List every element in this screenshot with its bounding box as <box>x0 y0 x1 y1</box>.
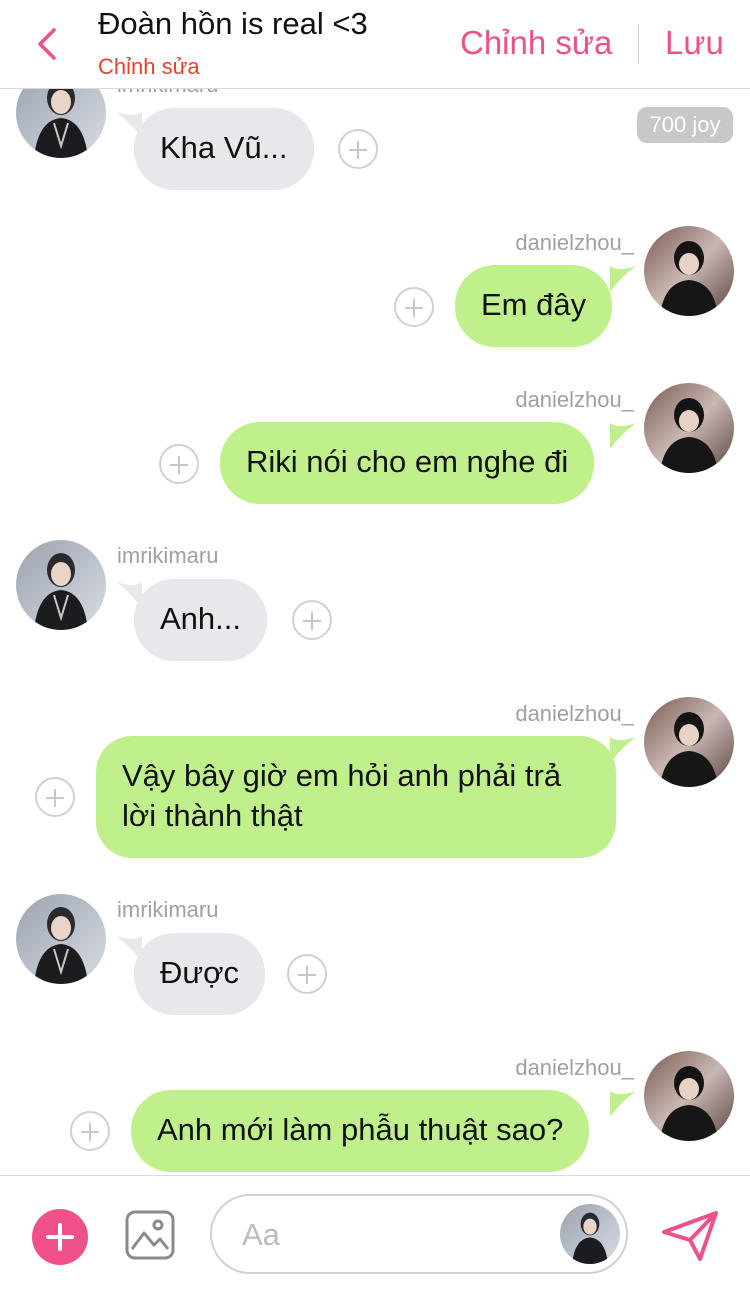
back-chevron-icon[interactable] <box>30 24 66 64</box>
plus-icon[interactable] <box>32 1209 88 1265</box>
message-bubble[interactable]: Riki nói cho em nghe đi <box>220 422 595 504</box>
send-icon[interactable] <box>660 1210 720 1262</box>
react-plus-icon[interactable] <box>287 954 327 994</box>
react-plus-icon[interactable] <box>292 600 332 640</box>
message-input-box[interactable] <box>210 1194 628 1274</box>
react-plus-icon[interactable] <box>338 129 378 169</box>
edit-button[interactable]: Chỉnh sửa <box>460 24 612 62</box>
message-input[interactable] <box>240 1214 544 1256</box>
joy-badge: 700 joy <box>637 107 733 143</box>
message-username: danielzhou_ <box>515 701 634 726</box>
composer-bar <box>0 1175 750 1295</box>
react-plus-icon[interactable] <box>70 1111 110 1151</box>
message-username: danielzhou_ <box>515 387 634 412</box>
avatar-imrikimaru[interactable] <box>16 894 106 984</box>
message-bubble[interactable]: Kha Vũ... <box>134 108 314 190</box>
message-bubble[interactable]: Vậy bây giờ em hỏi anh phải trả lời thàn… <box>96 736 616 858</box>
message-username: danielzhou_ <box>515 1055 634 1080</box>
message-username: imrikimaru <box>117 897 219 922</box>
chat-subtitle[interactable]: Chỉnh sửa <box>98 54 200 80</box>
message-bubble[interactable]: Được <box>134 933 265 1015</box>
save-button[interactable]: Lưu <box>665 24 724 62</box>
header-divider <box>638 24 639 64</box>
avatar-danielzhou[interactable] <box>644 383 734 473</box>
react-plus-icon[interactable] <box>159 444 199 484</box>
message-username: danielzhou_ <box>515 230 634 255</box>
react-plus-icon[interactable] <box>35 777 75 817</box>
chat-header: Đoàn hồn is real <3 Chỉnh sửa Chỉnh sửa … <box>0 0 750 89</box>
avatar-danielzhou[interactable] <box>644 226 734 316</box>
message-username: imrikimaru <box>117 543 219 568</box>
sender-avatar[interactable] <box>560 1204 620 1264</box>
image-icon[interactable] <box>124 1209 176 1261</box>
chat-title: Đoàn hồn is real <3 <box>98 6 368 41</box>
message-bubble[interactable]: Anh... <box>134 579 267 661</box>
message-bubble[interactable]: Em đây <box>455 265 613 347</box>
react-plus-icon[interactable] <box>394 287 434 327</box>
avatar-danielzhou[interactable] <box>644 1051 734 1141</box>
avatar-imrikimaru[interactable] <box>16 540 106 630</box>
chat-thread[interactable]: imrikimaru Kha Vũ... danielzhou_ Em đây … <box>0 0 750 1175</box>
message-bubble[interactable]: Anh mới làm phẫu thuật sao? <box>131 1090 590 1172</box>
avatar-danielzhou[interactable] <box>644 697 734 787</box>
